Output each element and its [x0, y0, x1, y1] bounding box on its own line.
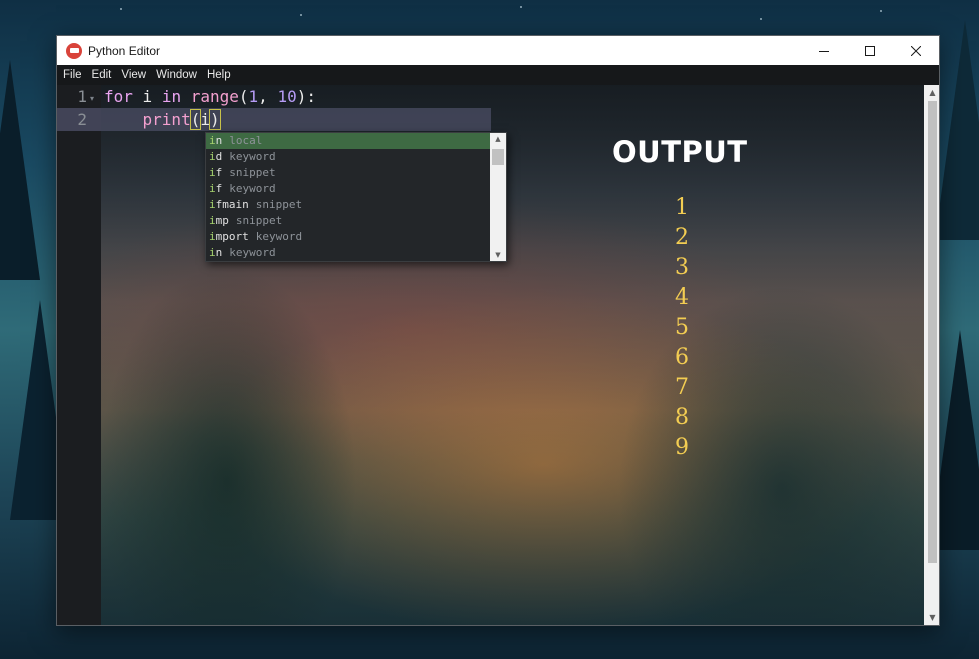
completion-rest: fmain: [215, 198, 249, 211]
completion-rest: mp: [215, 214, 229, 227]
python-editor-window: Python Editor File Edit View Window Help…: [56, 35, 940, 626]
identifier-token: i: [132, 87, 162, 106]
scroll-down-icon[interactable]: ▼: [924, 611, 939, 625]
wallpaper-star: [120, 8, 122, 10]
completion-match: i: [209, 230, 216, 243]
completion-kind: keyword: [229, 150, 276, 163]
completion-match: i: [209, 246, 216, 259]
wallpaper-star: [760, 18, 762, 20]
autocomplete-item[interactable]: if keyword: [206, 181, 506, 197]
completion-rest: mport: [215, 230, 249, 243]
keyword-token: in: [161, 87, 182, 106]
completion-rest: n: [215, 246, 223, 259]
app-icon: [66, 42, 82, 59]
code-line-2[interactable]: print(i): [104, 109, 221, 130]
completion-kind: snippet: [255, 198, 303, 211]
menu-help[interactable]: Help: [207, 69, 231, 81]
output-line: 8: [675, 405, 689, 430]
autocomplete-scrollbar[interactable]: ▲ ▼: [490, 133, 506, 261]
scroll-thumb[interactable]: [928, 101, 937, 563]
output-line: 2: [675, 225, 689, 250]
menu-window[interactable]: Window: [156, 69, 197, 81]
menu-edit[interactable]: Edit: [92, 69, 112, 81]
typed-identifier: i: [200, 110, 210, 129]
menu-file[interactable]: File: [63, 69, 82, 81]
completion-kind: snippet: [235, 214, 283, 227]
wallpaper-star: [520, 6, 522, 8]
line-number-gutter: 1 ▾ 2: [57, 85, 101, 625]
minimize-icon: [819, 50, 829, 52]
menu-bar: File Edit View Window Help: [57, 65, 939, 85]
output-line: 5: [675, 315, 689, 340]
output-line: 3: [675, 255, 689, 280]
matched-paren: ): [209, 109, 221, 130]
wallpaper-tree: [935, 20, 979, 240]
number-token: 1: [248, 87, 259, 106]
wallpaper-star: [880, 10, 882, 12]
output-list: 1 2 3 4 5 6 7 8 9: [669, 193, 695, 463]
function-token: range: [190, 87, 239, 106]
completion-match: i: [209, 198, 216, 211]
scroll-thumb[interactable]: [492, 149, 504, 165]
code-editor[interactable]: 1 ▾ 2 2 for i in range(1, 10): print(i) …: [57, 85, 939, 625]
title-bar[interactable]: Python Editor: [57, 36, 939, 65]
line-number-active: 2: [77, 110, 87, 129]
line-number: 1: [77, 87, 87, 106]
matched-paren: (: [189, 109, 202, 130]
output-title: OUTPUT: [612, 135, 748, 169]
autocomplete-item[interactable]: in keyword: [206, 245, 506, 261]
wallpaper-star: [300, 14, 302, 16]
maximize-icon: [865, 45, 875, 56]
scroll-down-icon[interactable]: ▼: [490, 249, 506, 261]
maximize-button[interactable]: [847, 36, 893, 65]
completion-match: i: [209, 182, 216, 195]
window-title: Python Editor: [88, 43, 161, 58]
output-line: 4: [675, 285, 689, 310]
autocomplete-popup: in local id keyword if snippet if keyword if…: [205, 132, 507, 262]
output-line: 7: [675, 375, 689, 400]
completion-match: i: [209, 166, 216, 179]
completion-kind: local: [229, 134, 263, 147]
completion-rest: d: [215, 150, 223, 163]
window-controls: [801, 36, 939, 65]
autocomplete-item[interactable]: ifmain snippet: [206, 197, 506, 213]
completion-kind: keyword: [229, 246, 276, 259]
minimize-button[interactable]: [801, 36, 847, 65]
punctuation-token: (: [238, 87, 249, 106]
scroll-up-icon[interactable]: ▲: [490, 133, 506, 145]
close-icon: [911, 45, 921, 56]
autocomplete-item[interactable]: imp snippet: [206, 213, 506, 229]
autocomplete-item[interactable]: in local: [206, 133, 506, 149]
autocomplete-item[interactable]: if snippet: [206, 165, 506, 181]
completion-kind: snippet: [229, 166, 276, 179]
editor-scrollbar[interactable]: ▲ ▼: [924, 85, 939, 625]
indent-token: [104, 110, 143, 129]
completion-kind: keyword: [255, 230, 303, 243]
close-button[interactable]: [893, 36, 939, 65]
output-line: 9: [675, 435, 689, 460]
completion-kind: keyword: [229, 182, 276, 195]
completion-match: i: [209, 214, 216, 227]
menu-view[interactable]: View: [121, 69, 146, 81]
keyword-token: for: [104, 87, 133, 106]
output-line: 6: [675, 345, 689, 370]
wallpaper-tree: [0, 60, 40, 280]
autocomplete-item[interactable]: import keyword: [206, 229, 506, 245]
punctuation-token: ,: [258, 87, 278, 106]
completion-rest: n: [215, 134, 223, 147]
number-token: 10: [277, 87, 297, 106]
completion-match: i: [209, 150, 216, 163]
completion-match: i: [209, 134, 216, 147]
code-line-1[interactable]: for i in range(1, 10):: [104, 87, 316, 106]
autocomplete-item[interactable]: id keyword: [206, 149, 506, 165]
scroll-up-icon[interactable]: ▲: [924, 86, 939, 100]
output-line: 1: [675, 195, 689, 220]
function-token: print: [142, 110, 191, 129]
fold-arrow-icon[interactable]: ▾: [90, 94, 94, 103]
completion-rest: f: [215, 182, 223, 195]
punctuation-token: ):: [296, 87, 316, 106]
completion-rest: f: [215, 166, 223, 179]
